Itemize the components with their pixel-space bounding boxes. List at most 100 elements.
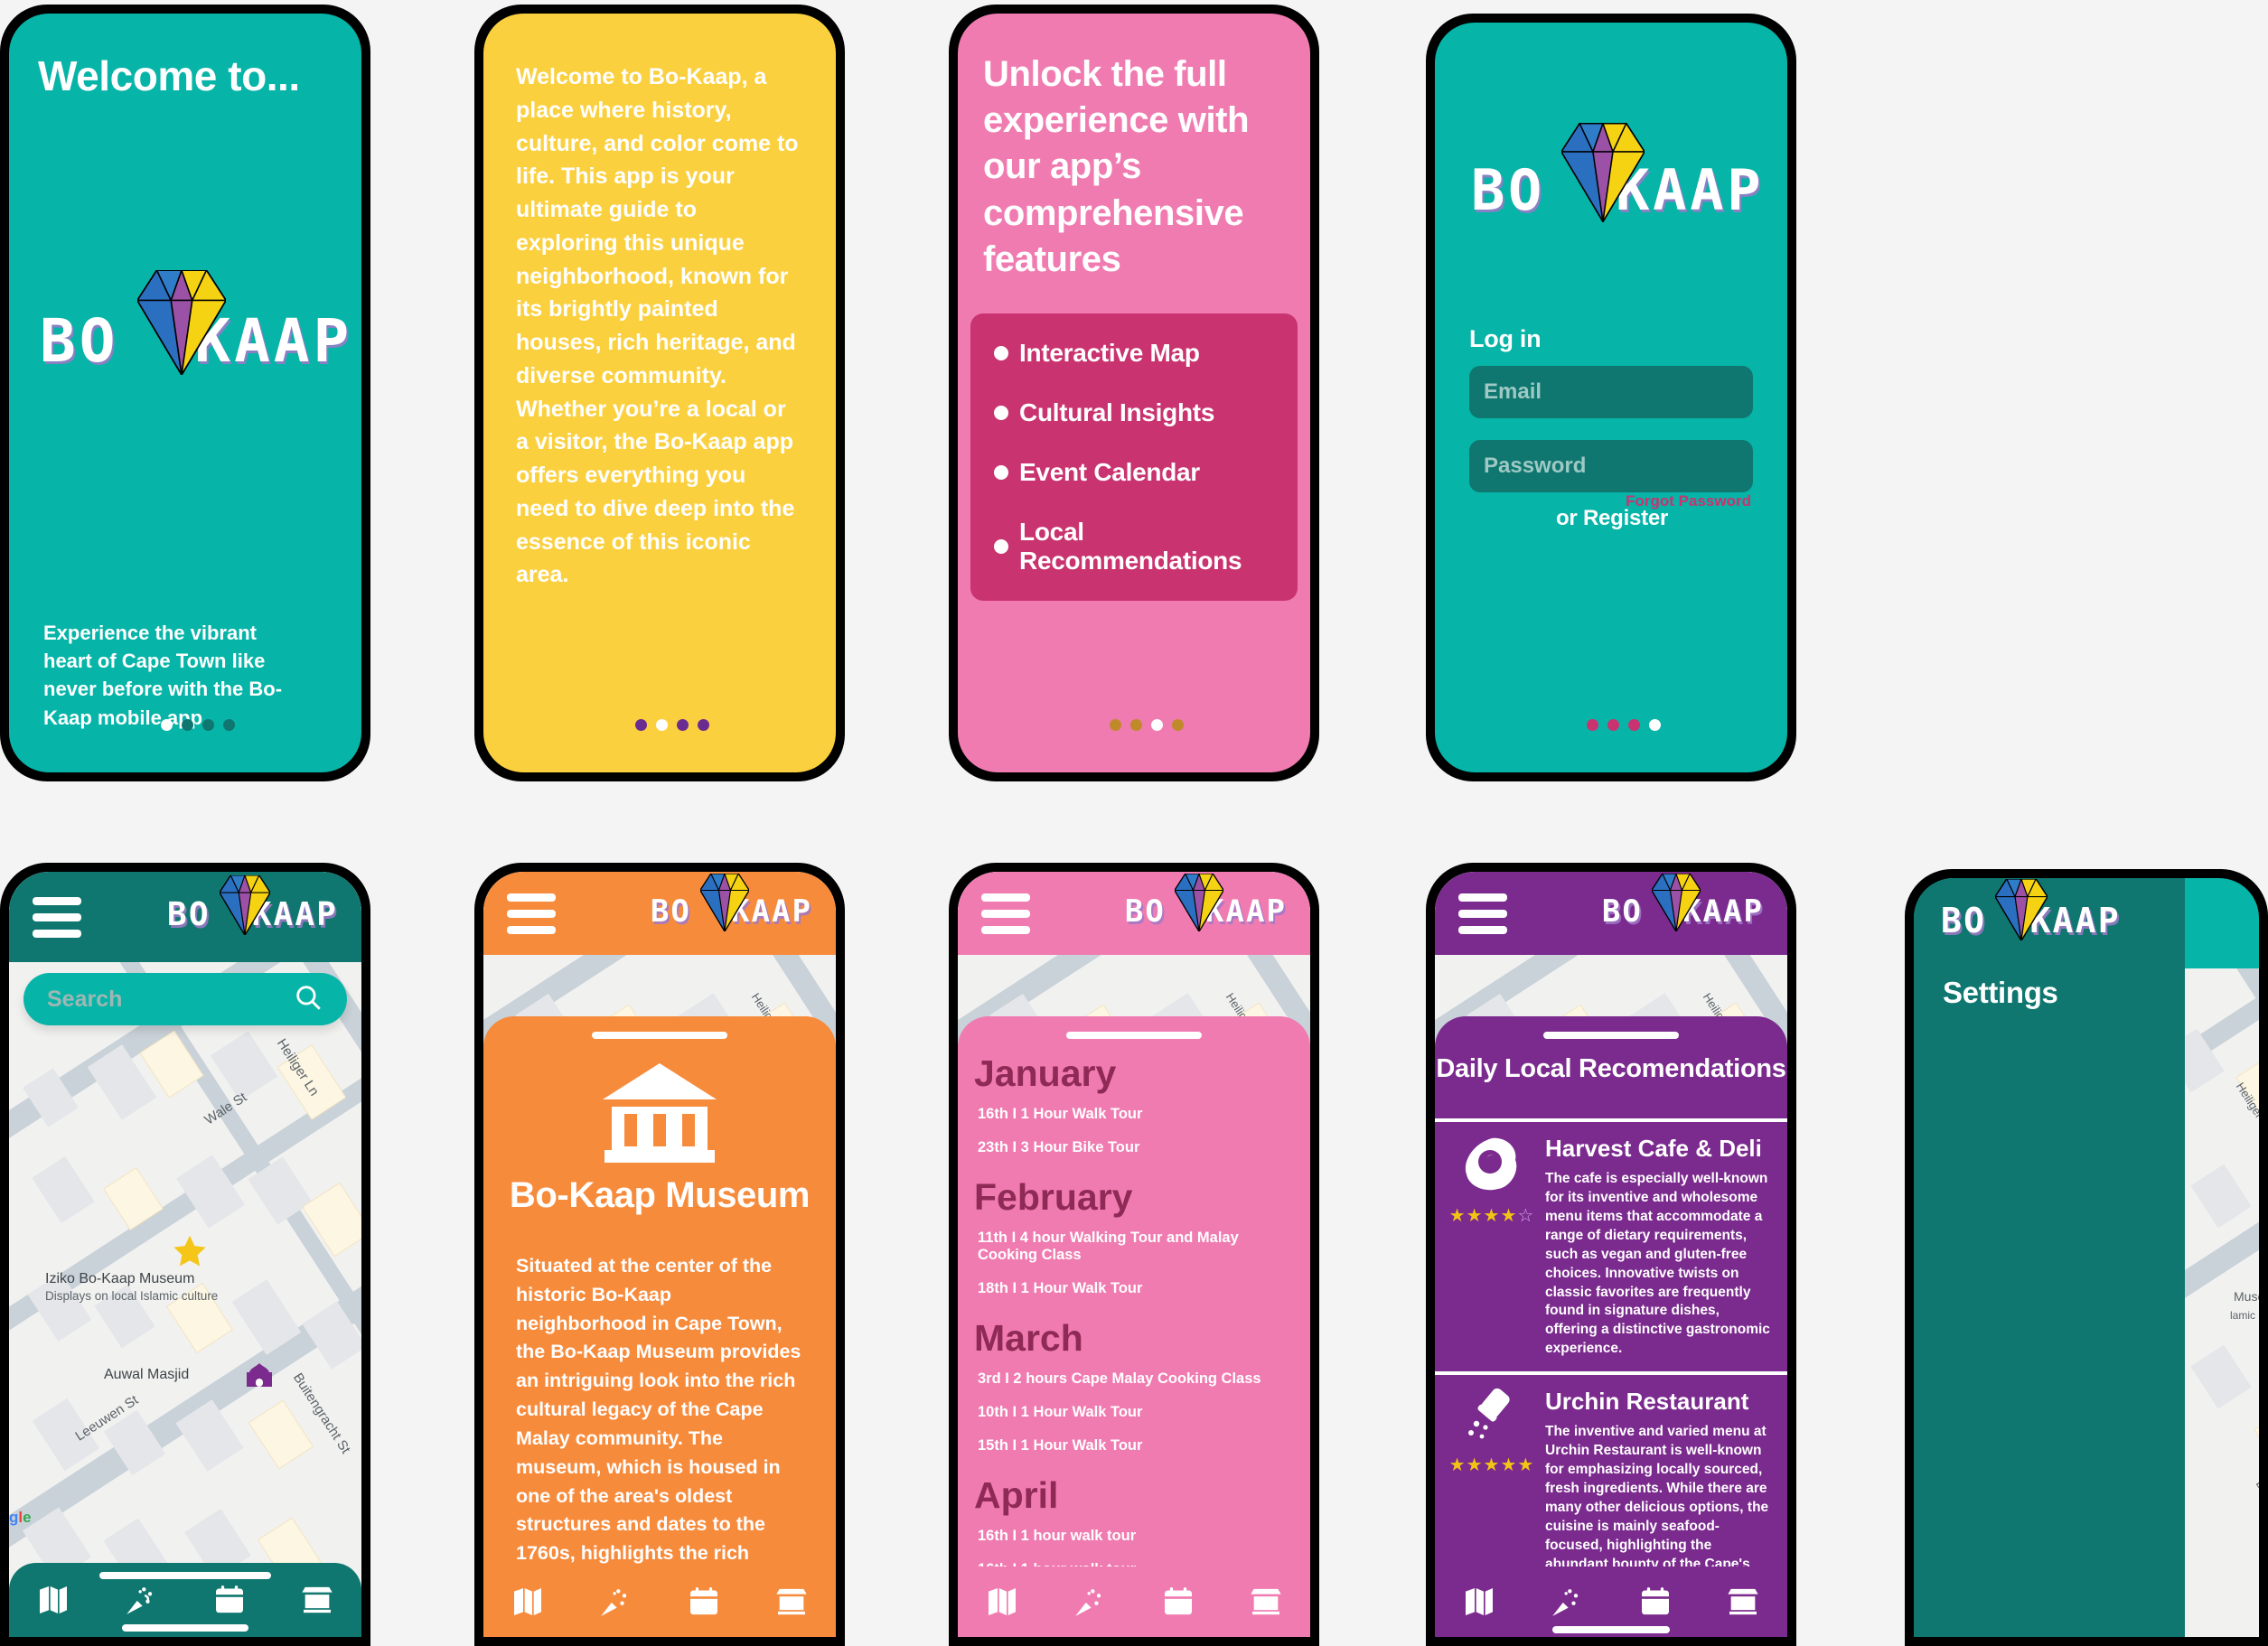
phone-welcome: Welcome to... BO KAAP Experience the vib… (0, 5, 370, 781)
calendar-topbar: BO KAAP (958, 872, 1310, 955)
screens-board: Welcome to... BO KAAP Experience the vib… (0, 0, 2268, 1646)
features-title: Unlock the full experience with our app’… (983, 54, 1250, 279)
month-group: January 16th I 1 Hour Walk Tour 23th I 3… (974, 1052, 1294, 1156)
marker-label: Auwal Masjid (104, 1367, 190, 1382)
map-label: lamic culture (2230, 1309, 2259, 1322)
events-tab[interactable] (587, 1576, 643, 1627)
hamburger-icon[interactable] (1458, 893, 1507, 934)
calendar-sheet: January 16th I 1 Hour Walk Tour 23th I 3… (958, 1016, 1310, 1637)
calendar-tab[interactable] (1627, 1576, 1683, 1627)
event-item[interactable]: 18th I 1 Hour Walk Tour (978, 1280, 1294, 1297)
map-topbar: BO KAAP (9, 872, 361, 962)
event-item[interactable]: 16th I 1 Hour Walk Tour (978, 1106, 1294, 1123)
month-group: February 11th I 4 hour Walking Tour and … (974, 1176, 1294, 1297)
search-input[interactable]: Search (23, 973, 347, 1025)
page-dots-login[interactable] (1587, 719, 1661, 731)
recommendation-desc: The cafe is especially well-known for it… (1545, 1171, 1770, 1357)
event-item[interactable]: 23th I 3 Hour Bike Tour (978, 1139, 1294, 1156)
bottom-nav (958, 1567, 1310, 1637)
phone-intro: Welcome to Bo-Kaap, a place where histor… (474, 5, 845, 781)
register-link[interactable]: or Register (1556, 506, 1668, 531)
fried-egg-icon (1462, 1135, 1522, 1199)
hamburger-icon[interactable] (507, 893, 556, 934)
feature-item[interactable]: Event Calendar (994, 458, 1274, 487)
recommendations-title: Daily Local Recomendations (1436, 1054, 1786, 1083)
diamond-icon (698, 872, 750, 933)
map-tab[interactable] (1451, 1576, 1507, 1627)
feature-item[interactable]: Local Recommendations (994, 518, 1274, 575)
phone-map: Heiliger Ln Wale St Leeuwen St Buitengra… (0, 863, 370, 1646)
brand-logo: BO KAAP (1125, 872, 1287, 933)
search-placeholder: Search (47, 986, 123, 1012)
phone-recommendations: Heiliger Ln BO KAAP (1426, 863, 1796, 1646)
rating-stars: ★★★★☆ (1448, 1206, 1535, 1226)
recommendation-card[interactable]: ★★★★☆ Harvest Cafe & Deli The cafe is es… (1435, 1122, 1787, 1371)
welcome-title: Welcome to... (38, 52, 300, 99)
recommendations-topbar: BO KAAP (1435, 872, 1787, 955)
page-dots-intro[interactable] (635, 719, 709, 731)
market-tab[interactable] (289, 1575, 345, 1625)
screen-features: Unlock the full experience with our app’… (958, 14, 1310, 772)
hamburger-icon[interactable] (33, 896, 81, 938)
market-tab[interactable] (1238, 1576, 1294, 1627)
page-dots-welcome[interactable] (161, 719, 235, 731)
museum-title: Bo-Kaap Museum (509, 1175, 811, 1215)
brand-logo: BO KAAP (167, 874, 338, 937)
screen-map: Heiliger Ln Wale St Leeuwen St Buitengra… (9, 872, 361, 1637)
bullet-icon (994, 539, 1008, 554)
welcome-tagline: Experience the vibrant heart of Cape Tow… (43, 622, 283, 729)
recommendation-name: Urchin Restaurant (1545, 1388, 1749, 1416)
screen-welcome: Welcome to... BO KAAP Experience the vib… (9, 14, 361, 772)
password-field[interactable]: Password (1469, 440, 1753, 492)
feature-item[interactable]: Interactive Map (994, 339, 1274, 368)
search-icon[interactable] (293, 982, 323, 1017)
hamburger-icon[interactable] (981, 893, 1030, 934)
map-tab[interactable] (974, 1576, 1030, 1627)
salt-shaker-icon (1462, 1388, 1522, 1448)
events-tab[interactable] (1062, 1576, 1118, 1627)
page-dots-features[interactable] (1110, 719, 1184, 731)
museum-topbar: BO KAAP (483, 872, 836, 955)
feature-item[interactable]: Cultural Insights (994, 398, 1274, 427)
event-item[interactable]: 16th I 1 hour walk tour (978, 1528, 1294, 1545)
intro-body: Welcome to Bo-Kaap, a place where histor… (516, 64, 799, 588)
phone-login: BO KAAP Log in Email Password Forgot Pas… (1426, 14, 1796, 781)
event-item[interactable]: 3rd I 2 hours Cape Malay Cooking Class (978, 1370, 1294, 1388)
home-indicator (1552, 1626, 1670, 1633)
event-item[interactable]: 10th I 1 Hour Walk Tour (978, 1404, 1294, 1421)
market-tab[interactable] (1715, 1576, 1771, 1627)
sheet-grabber[interactable] (1066, 1032, 1202, 1039)
month-title: February (974, 1176, 1133, 1218)
screen-login: BO KAAP Log in Email Password Forgot Pas… (1435, 23, 1787, 772)
calendar-tab[interactable] (201, 1575, 258, 1625)
events-tab[interactable] (113, 1575, 169, 1625)
phone-settings: Heiliger Ln Museum lamic culture Buiteng… (1905, 869, 2268, 1646)
bottom-nav (9, 1563, 361, 1637)
star-icon[interactable] (172, 1233, 208, 1274)
brand-logo: BO KAAP (40, 267, 352, 377)
marker-label: Iziko Bo-Kaap Museum (45, 1271, 195, 1286)
settings-drawer: BO KAAP Settings (1914, 878, 2185, 1637)
museum-icon (483, 1060, 836, 1168)
event-item[interactable]: 15th I 1 Hour Walk Tour (978, 1437, 1294, 1454)
sheet-grabber[interactable] (592, 1032, 727, 1039)
event-item[interactable]: 11th I 4 hour Walking Tour and Malay Coo… (978, 1230, 1294, 1264)
calendar-tab[interactable] (676, 1576, 732, 1627)
events-tab[interactable] (1539, 1576, 1595, 1627)
map-tab[interactable] (500, 1576, 556, 1627)
email-field[interactable]: Email (1469, 366, 1753, 418)
market-tab[interactable] (764, 1576, 820, 1627)
diamond-icon (1560, 121, 1646, 224)
map-label: Museum (2234, 1289, 2259, 1304)
mosque-icon[interactable] (246, 1361, 273, 1391)
sheet-grabber[interactable] (1543, 1032, 1679, 1039)
screen-settings: Heiliger Ln Museum lamic culture Buiteng… (1914, 878, 2259, 1637)
calendar-tab[interactable] (1150, 1576, 1206, 1627)
settings-title: Settings (1943, 976, 2058, 1009)
bullet-icon (994, 465, 1008, 480)
bullet-icon (994, 346, 1008, 360)
brand-logo: BO KAAP (651, 872, 812, 933)
map-tab[interactable] (25, 1575, 81, 1625)
diamond-icon (218, 874, 271, 937)
map-attribution: gle (9, 1509, 32, 1526)
